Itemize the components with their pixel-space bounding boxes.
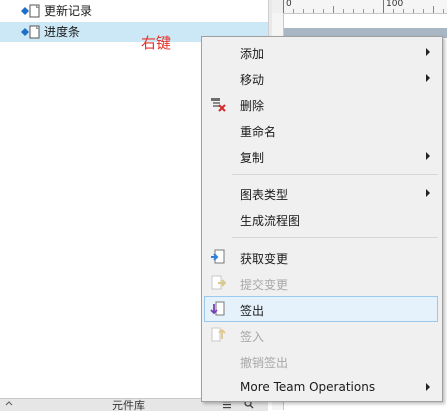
- menu-item-label: 删除: [240, 99, 265, 113]
- menu-item-label: 重命名: [240, 125, 277, 139]
- menu-item-label: 签出: [240, 304, 265, 318]
- menu-item-label: 生成流程图: [240, 214, 301, 228]
- menu-item-label: 移动: [240, 73, 265, 87]
- tree-item-label: 更新记录: [44, 4, 93, 18]
- ruler-mark-0: 0: [286, 0, 292, 9]
- submenu-arrow-icon: [426, 152, 430, 160]
- page-icon: [21, 4, 40, 18]
- menu-item-label: 图表类型: [240, 188, 289, 202]
- delete-page-icon: [211, 98, 226, 112]
- menu-item-move[interactable]: 移动: [204, 65, 438, 91]
- tree-item-update-log[interactable]: 更新记录: [0, 1, 268, 21]
- menu-item-generate-flowchart[interactable]: 生成流程图: [204, 206, 438, 232]
- menu-item-more-team-operations[interactable]: More Team Operations: [204, 374, 438, 400]
- menu-item-label: 提交变更: [240, 278, 289, 292]
- menu-item-check-in: 签入: [204, 322, 438, 348]
- ruler-mark-100: 100: [386, 0, 404, 9]
- menu-item-label: 复制: [240, 151, 265, 165]
- menu-item-rename[interactable]: 重命名: [204, 117, 438, 143]
- menu-item-label: 撤销签出: [240, 356, 289, 370]
- menu-item-diagram-type[interactable]: 图表类型: [204, 180, 438, 206]
- menu-separator: [232, 174, 438, 175]
- menu-item-duplicate[interactable]: 复制: [204, 143, 438, 169]
- tree-item-label: 进度条: [44, 25, 81, 39]
- menu-item-label: 添加: [240, 47, 265, 61]
- widget-library-title: 元件库: [112, 399, 145, 412]
- commit-changes-icon: [211, 275, 226, 290]
- menu-item-label: 获取变更: [240, 252, 289, 266]
- collapse-icon[interactable]: [4, 399, 14, 409]
- menu-item-delete[interactable]: 删除: [204, 91, 438, 117]
- menu-separator: [232, 237, 438, 238]
- check-out-icon: [210, 301, 225, 316]
- ruler-ticks: [283, 0, 444, 13]
- page-icon: [21, 25, 40, 39]
- submenu-arrow-icon: [426, 383, 430, 391]
- menu-item-label: More Team Operations: [240, 380, 376, 394]
- submenu-arrow-icon: [426, 189, 430, 197]
- check-in-icon: [211, 327, 226, 342]
- right-click-annotation: 右键: [141, 34, 172, 52]
- menu-item-add[interactable]: 添加: [204, 39, 438, 65]
- context-menu: 添加 移动 删除 重命名 复制 图表类型 生成流程图 获取变更 提交变更 签出 …: [201, 36, 443, 402]
- horizontal-ruler: 0 100: [283, 0, 447, 14]
- menu-item-undo-check-out: 撤销签出: [204, 348, 438, 374]
- submenu-arrow-icon: [426, 74, 430, 82]
- get-changes-icon: [211, 249, 225, 264]
- menu-item-get-changes[interactable]: 获取变更: [204, 244, 438, 270]
- submenu-arrow-icon: [426, 48, 430, 56]
- menu-item-commit-changes: 提交变更: [204, 270, 438, 296]
- menu-item-label: 签入: [240, 330, 265, 344]
- menu-item-check-out[interactable]: 签出: [204, 296, 438, 322]
